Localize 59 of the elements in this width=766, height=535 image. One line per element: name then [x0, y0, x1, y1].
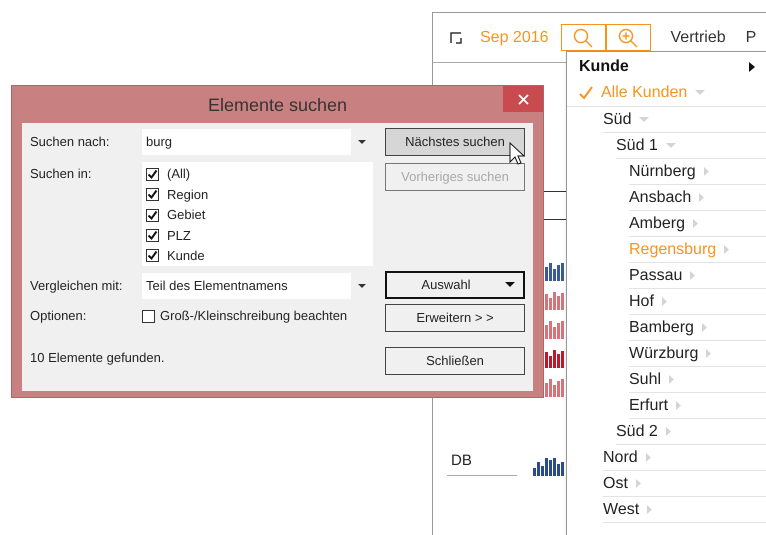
checkbox-label: Kunde [167, 247, 205, 266]
tree-item[interactable]: Süd 1 [616, 134, 658, 158]
dialog-title: Elemente suchen [206, 94, 348, 117]
checkbox[interactable] [146, 188, 159, 202]
mouse-cursor-icon [509, 142, 525, 166]
checkbox-label: Groß-/Kleinschreibung beachten [160, 307, 348, 326]
checkbox-label: (All) [167, 165, 190, 184]
tree-item[interactable]: Süd 2 [616, 420, 658, 444]
status-text: 10 Elemente gefunden. [30, 349, 166, 367]
checkbox[interactable] [146, 168, 159, 181]
tree-item[interactable]: Suhl [629, 368, 662, 392]
sparkline-icon [545, 321, 564, 339]
checkbox[interactable] [146, 228, 159, 242]
tree-item[interactable]: Süd [603, 108, 632, 132]
dialog-button[interactable]: Schließen [385, 347, 525, 375]
tree-item[interactable]: West [603, 498, 640, 522]
tree-item[interactable]: Ost [603, 472, 628, 496]
tree-item[interactable]: Hof [629, 290, 654, 314]
dialog-button[interactable]: Erweitern > > [385, 304, 525, 332]
field-label: Vergleichen mit: [30, 277, 124, 296]
tree-item[interactable]: Ansbach [629, 186, 692, 210]
checkbox[interactable] [146, 208, 159, 222]
sparkline-icon [545, 379, 564, 397]
dialog-button[interactable]: Nächstes suchen [385, 128, 525, 156]
sparkline-icon [533, 458, 564, 476]
checkbox-label: PLZ [167, 226, 191, 245]
search-icon [572, 26, 594, 48]
caret-down-icon [358, 284, 366, 288]
checkbox-label: Gebiet [167, 206, 206, 224]
caret-down-icon [505, 282, 515, 288]
field-label: Suchen nach: [30, 133, 111, 152]
close-icon [518, 94, 528, 104]
checkbox[interactable] [146, 249, 159, 262]
tree-item[interactable]: Erfurt [629, 394, 668, 418]
sparkline-icon [545, 350, 564, 368]
tree-item[interactable]: Würzburg [629, 342, 698, 366]
sparkline-icon [545, 292, 564, 310]
search-combobox[interactable]: burg [142, 129, 373, 155]
compare-combobox[interactable]: Teil des Elementnamens [142, 273, 373, 299]
tree-item[interactable]: Nord [603, 446, 638, 470]
close-button[interactable] [503, 86, 543, 112]
tree-item[interactable]: Amberg [629, 212, 686, 236]
caret-down-icon [358, 140, 366, 144]
checkbox[interactable] [142, 310, 155, 322]
checkbox-label: Region [167, 186, 208, 204]
dialog-button[interactable]: Auswahl [385, 271, 525, 299]
tree-item[interactable]: Nürnberg [629, 160, 696, 184]
field-label: Optionen: [30, 307, 88, 326]
field-label: Suchen in: [30, 165, 92, 183]
row-label: DB [447, 450, 517, 476]
submenu-arrow-icon [749, 62, 755, 72]
tree-item[interactable]: Passau [629, 264, 682, 288]
collapse-icon[interactable] [450, 32, 462, 44]
zoom-in-icon [617, 26, 640, 48]
tree-item[interactable]: Bamberg [629, 316, 694, 340]
menu-header[interactable]: Kunde [579, 55, 749, 79]
sparkline-icon [545, 263, 564, 281]
menu-label[interactable]: Vertrieb [670, 26, 726, 50]
menu-label[interactable]: P [746, 26, 756, 50]
